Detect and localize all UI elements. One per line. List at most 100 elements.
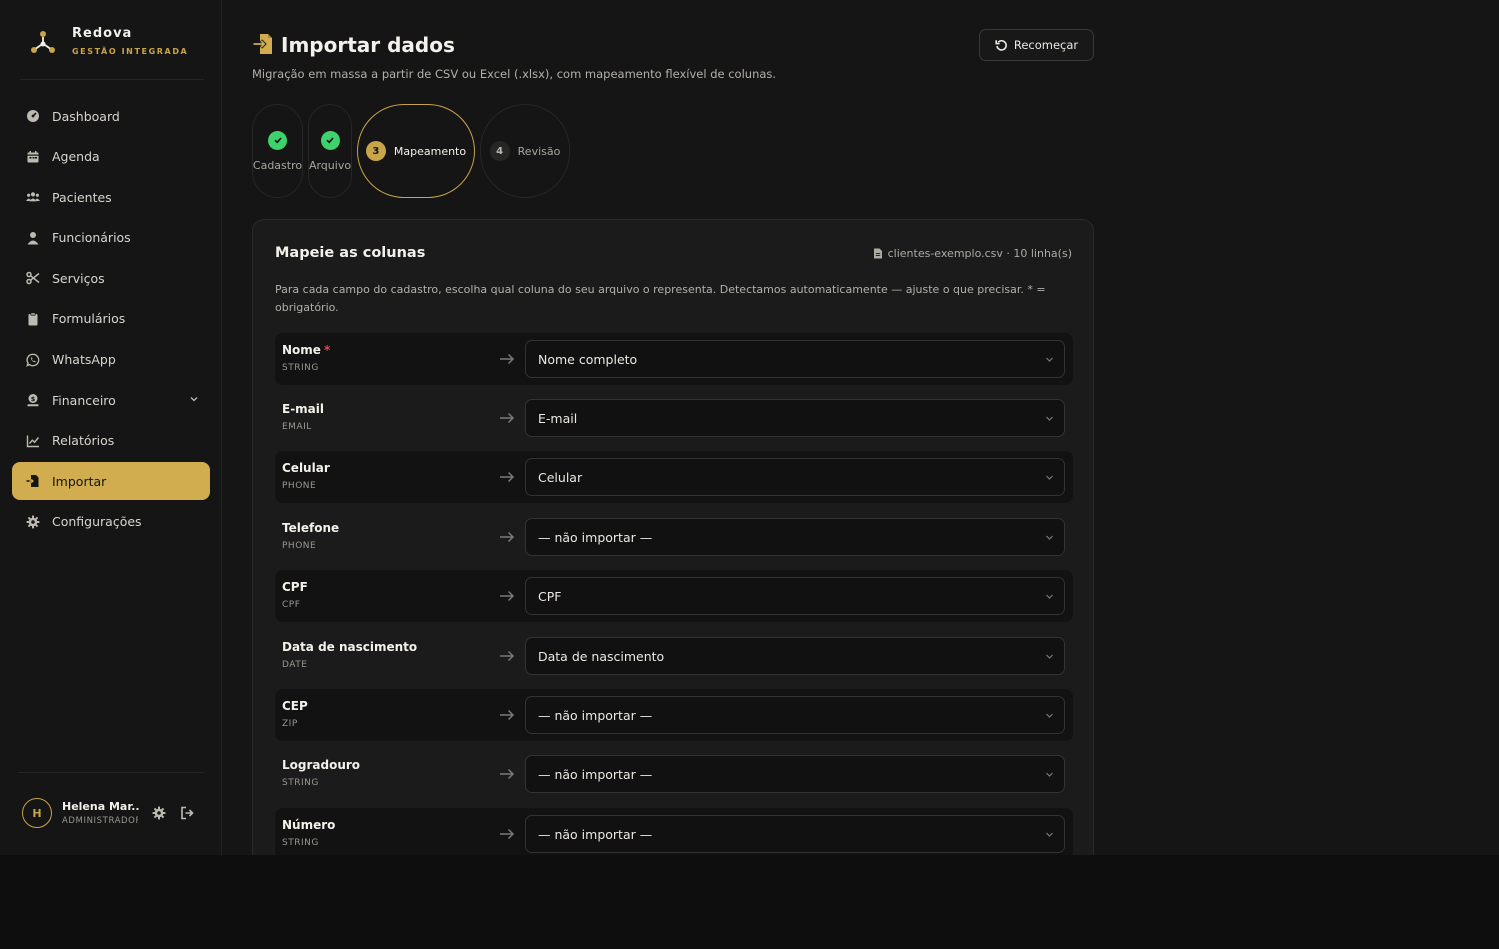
calendar-icon: [27, 150, 39, 163]
field-label: E-mail: [282, 402, 325, 416]
column-select[interactable]: — não importar —: [525, 815, 1065, 853]
mapping-row-logradouro: Logradouro STRING — não importar —: [275, 748, 1073, 800]
file-info-text: clientes-exemplo.csv · 10 linha(s): [887, 247, 1072, 260]
mapping-row-data-nascimento: Data de nascimento DATE Data de nascimen…: [275, 630, 1073, 682]
column-select[interactable]: — não importar —: [525, 696, 1065, 734]
brand-logo-icon: [31, 31, 55, 53]
arrow-right-icon: [500, 353, 515, 365]
sidebar-item-financeiro[interactable]: $ Financeiro: [12, 381, 210, 419]
step-number: 3: [365, 141, 386, 161]
brand[interactable]: Redova GESTÃO INTEGRADA: [20, 22, 204, 80]
money-icon: $: [27, 394, 39, 407]
arrow-right-icon: [500, 768, 515, 780]
scissors-icon: [26, 272, 40, 285]
field-label: Nome *: [282, 343, 331, 357]
step-arquivo[interactable]: Arquivo: [308, 104, 352, 198]
chevron-down-icon: [1046, 713, 1053, 718]
chevron-down-icon: [1046, 594, 1053, 599]
arrow-right-icon: [500, 828, 515, 840]
field-type: STRING: [282, 363, 319, 373]
user-role: ADMINISTRADOR: [62, 816, 138, 826]
sidebar-item-pacientes[interactable]: Pacientes: [12, 178, 210, 216]
svg-text:$: $: [31, 395, 36, 403]
restart-button-label: Recomeçar: [1013, 38, 1079, 52]
column-select[interactable]: — não importar —: [525, 755, 1065, 793]
check-icon: [320, 130, 340, 150]
restart-button[interactable]: Recomeçar: [979, 29, 1094, 61]
column-select[interactable]: Nome completo: [525, 340, 1065, 378]
field-type: PHONE: [282, 481, 317, 491]
main-content: Importar dados Migração em massa a parti…: [222, 0, 1499, 855]
chevron-down-icon: [1046, 654, 1053, 659]
check-icon: [268, 130, 287, 150]
field-label: Logradouro: [282, 758, 361, 772]
logout-icon[interactable]: [180, 806, 194, 820]
clipboard-icon: [28, 312, 38, 326]
mapping-row-numero: Número STRING — não importar —: [275, 808, 1073, 855]
arrow-right-icon: [500, 471, 515, 483]
sidebar-item-relatorios[interactable]: Relatórios: [12, 422, 210, 460]
column-select[interactable]: Celular: [525, 458, 1065, 496]
step-label: Cadastro: [252, 158, 303, 172]
field-label: Celular: [282, 461, 330, 475]
step-mapeamento[interactable]: 3 Mapeamento: [357, 104, 475, 198]
mapping-row-email: E-mail EMAIL E-mail: [275, 392, 1073, 444]
chevron-down-icon: [1046, 772, 1053, 777]
user-name: Helena Mar...: [62, 800, 140, 813]
column-select[interactable]: CPF: [525, 577, 1065, 615]
arrow-right-icon: [500, 531, 515, 543]
sidebar-item-agenda[interactable]: Agenda: [12, 138, 210, 176]
field-type: DATE: [282, 660, 308, 670]
sidebar: Redova GESTÃO INTEGRADA Dashboard Agenda…: [0, 0, 222, 855]
mapping-row-cpf: CPF CPF CPF: [275, 570, 1073, 622]
sidebar-item-label: Funcionários: [52, 230, 131, 246]
step-number: 4: [489, 141, 510, 161]
sidebar-nav: Dashboard Agenda Pacientes Funcionários …: [12, 97, 210, 544]
arrow-right-icon: [500, 412, 515, 424]
sidebar-item-label: Formulários: [52, 311, 126, 327]
field-type: EMAIL: [282, 422, 312, 432]
field-type: CPF: [282, 600, 301, 610]
sidebar-item-label: Serviços: [52, 270, 105, 286]
restart-icon: [995, 39, 1007, 51]
sidebar-item-label: Agenda: [52, 149, 100, 165]
chevron-down-icon: [1046, 416, 1053, 421]
sidebar-item-dashboard[interactable]: Dashboard: [12, 97, 210, 135]
chevron-down-icon: [1046, 535, 1053, 540]
sidebar-item-label: Relatórios: [52, 433, 115, 449]
user-icon: [27, 231, 39, 245]
sidebar-item-importar[interactable]: Importar: [12, 462, 210, 501]
file-info: clientes-exemplo.csv · 10 linha(s): [873, 247, 1072, 260]
step-label: Revisão: [517, 144, 561, 158]
avatar[interactable]: H: [22, 798, 52, 828]
file-icon: [873, 248, 882, 259]
step-cadastro[interactable]: Cadastro: [252, 104, 303, 198]
field-type: PHONE: [282, 541, 317, 551]
page-title: Importar dados: [281, 33, 455, 57]
sidebar-item-label: Pacientes: [52, 189, 112, 205]
brand-tagline: GESTÃO INTEGRADA: [72, 47, 189, 56]
mapping-row-cep: CEP ZIP — não importar —: [275, 689, 1073, 741]
sidebar-item-funcionarios[interactable]: Funcionários: [12, 219, 210, 257]
settings-gear-icon[interactable]: [152, 806, 166, 820]
column-select[interactable]: — não importar —: [525, 518, 1065, 556]
whatsapp-icon: [26, 353, 40, 367]
import-file-icon: [253, 34, 272, 54]
step-label: Mapeamento: [393, 144, 467, 158]
gear-icon: [26, 515, 40, 529]
column-select[interactable]: Data de nascimento: [525, 637, 1065, 675]
sidebar-item-servicos[interactable]: Serviços: [12, 259, 210, 297]
sidebar-item-whatsapp[interactable]: WhatsApp: [12, 341, 210, 379]
field-label: Número: [282, 818, 336, 832]
sidebar-item-label: Configurações: [52, 514, 142, 530]
sidebar-item-label: WhatsApp: [52, 352, 116, 368]
mapping-card: Mapeie as colunas clientes-exemplo.csv ·…: [252, 219, 1094, 855]
column-select[interactable]: E-mail: [525, 399, 1065, 437]
field-label: Telefone: [282, 521, 340, 535]
sidebar-item-configuracoes[interactable]: Configurações: [12, 503, 210, 541]
mapping-row-telefone: Telefone PHONE — não importar —: [275, 511, 1073, 563]
sidebar-item-formularios[interactable]: Formulários: [12, 300, 210, 338]
mapping-row-celular: Celular PHONE Celular: [275, 451, 1073, 503]
step-revisao[interactable]: 4 Revisão: [480, 104, 570, 198]
chart-icon: [26, 435, 40, 447]
